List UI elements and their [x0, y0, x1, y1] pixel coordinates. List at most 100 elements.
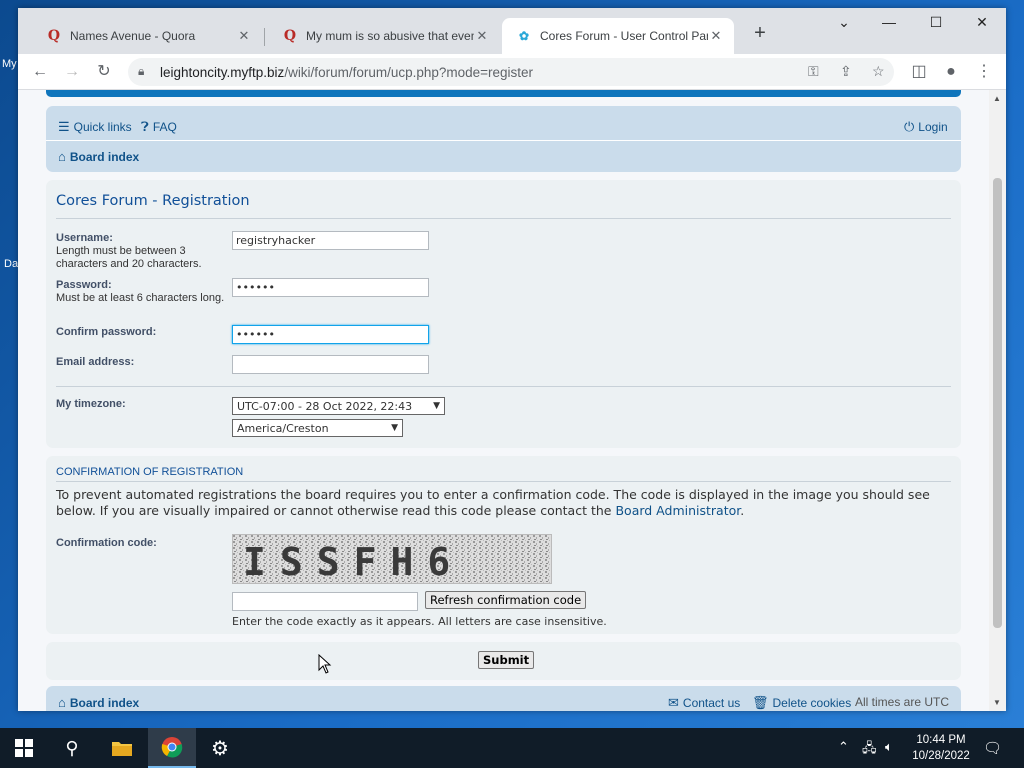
confirmation-text: To prevent automated registrations the b… [56, 487, 930, 518]
footer-bar: ⌂ Board index ✉ Contact us 🗑︎ Delete cookie… [46, 686, 961, 711]
tab-cores-forum[interactable]: ✿ Cores Forum - User Control Pane ✕ [502, 18, 734, 54]
scroll-thumb[interactable] [993, 178, 1002, 628]
board-index-link[interactable]: ⌂ Board index [58, 149, 139, 164]
tab-title: My mum is so abusive that even [306, 29, 474, 43]
footer-board-index-label: Board index [69, 695, 140, 710]
faq-label: FAQ [152, 120, 177, 134]
username-label: Username: [56, 232, 113, 244]
reload-button[interactable]: ↻ [92, 60, 116, 84]
url-host: leightoncity.myftp.biz [160, 65, 285, 80]
password-help: Must be at least 6 characters long. [56, 292, 225, 304]
browser-window: Q Names Avenue - Quora ✕ Q My mum is so … [18, 8, 1006, 711]
chevron-down-icon: ▼ [391, 423, 398, 433]
desktop-icon-label[interactable]: My [2, 58, 17, 70]
nav-divider [46, 140, 961, 141]
tab-strip: Q Names Avenue - Quora ✕ Q My mum is so … [18, 8, 1006, 54]
tab-quora-names[interactable]: Q Names Avenue - Quora ✕ [32, 18, 262, 54]
confirmation-text-end: . [740, 503, 745, 518]
sidebar-icon[interactable]: ◫ [907, 60, 931, 84]
search-icon[interactable]: ⚲ [48, 728, 96, 768]
lock-icon[interactable]: 🔒︎ [138, 64, 144, 79]
minimize-button[interactable]: — [874, 14, 904, 38]
registration-panel: Cores Forum - Registration Username: Len… [46, 180, 961, 448]
quick-links-link[interactable]: ☰ Quick links [58, 119, 132, 135]
url-path: /wiki/forum/forum/ucp.php?mode=register [284, 65, 534, 80]
home-icon: ⌂ [58, 695, 66, 710]
bookmark-star-icon[interactable]: ☆ [872, 63, 885, 80]
contact-us-label: Contact us [682, 696, 741, 710]
timezone-zone-select[interactable]: America/Creston ▼ [232, 419, 403, 437]
window-close-button[interactable]: ✕ [967, 14, 997, 38]
scroll-up-icon[interactable]: ▲ [993, 94, 1001, 103]
header-bar [46, 90, 961, 97]
confirm-password-field[interactable] [232, 325, 429, 344]
confirmation-code-label: Confirmation code: [56, 537, 157, 549]
share-icon[interactable]: ⇪ [840, 63, 852, 80]
menu-icon[interactable]: ⋮ [972, 60, 996, 84]
page-viewport: ☰ Quick links ❓︎ FAQ ⏻ Login ⌂ Board index C… [18, 90, 989, 711]
email-field[interactable] [232, 355, 429, 374]
timezone-note: All times are UTC [855, 695, 950, 709]
windows-logo-icon [15, 739, 33, 757]
forum-icon: ✿ [518, 29, 530, 43]
tab-quora-mum[interactable]: Q My mum is so abusive that even ✕ [268, 18, 500, 54]
settings-gear-icon[interactable]: ⚙ [196, 728, 244, 768]
key-icon[interactable]: ⚿ [808, 63, 819, 80]
refresh-confirmation-code-button[interactable]: Refresh confirmation code [425, 591, 587, 609]
page-scrollbar[interactable]: ▲ ▼ [989, 90, 1006, 711]
submit-button[interactable]: Submit [478, 651, 535, 669]
username-help: Length must be between 3 characters and … [56, 245, 202, 270]
home-icon: ⌂ [58, 149, 66, 164]
chevron-up-icon[interactable]: ⌃ [838, 739, 849, 755]
board-administrator-link[interactable]: Board Administrator [615, 503, 740, 518]
timezone-offset-value: UTC-07:00 - 28 Oct 2022, 22:43 [237, 399, 413, 413]
captcha-image: ISSFH6 [232, 534, 552, 584]
scroll-down-icon[interactable]: ▼ [993, 698, 1001, 707]
notification-icon[interactable]: 🗨︎ [983, 739, 1002, 757]
quora-icon: Q [283, 28, 297, 44]
captcha-text: ISSFH6 [243, 540, 464, 584]
network-icon[interactable]: 🖧︎ [862, 739, 877, 761]
chrome-icon[interactable] [148, 728, 196, 768]
close-icon[interactable]: ✕ [474, 28, 490, 44]
start-button[interactable] [0, 728, 48, 768]
forward-button[interactable]: → [60, 60, 84, 84]
volume-icon[interactable]: 🔈︎ [885, 739, 893, 755]
login-link[interactable]: ⏻ Login [904, 119, 948, 135]
clock-time: 10:44 PM [916, 734, 966, 746]
confirmation-heading: Confirmation of registration [56, 466, 244, 478]
contact-us-link[interactable]: ✉ Contact us [668, 695, 740, 711]
desktop-icon-label[interactable]: Da [4, 258, 18, 270]
confirmation-code-field[interactable] [232, 592, 418, 611]
file-explorer-icon[interactable] [98, 728, 146, 768]
clock[interactable]: 10:44 PM 10/28/2022 [908, 732, 974, 764]
mouse-cursor-icon [318, 654, 332, 674]
delete-cookies-link[interactable]: 🗑︎ Delete cookies [752, 695, 851, 711]
login-label: Login [918, 120, 948, 134]
confirm-password-label: Confirm password: [56, 326, 157, 338]
timezone-label: My timezone: [56, 398, 126, 410]
url-text: leightoncity.myftp.biz/wiki/forum/forum/… [160, 65, 533, 80]
tab-title: Names Avenue - Quora [70, 29, 196, 43]
password-field[interactable] [232, 278, 429, 297]
back-button[interactable]: ← [28, 60, 52, 84]
delete-cookies-label: Delete cookies [772, 696, 852, 710]
username-field[interactable] [232, 231, 429, 250]
quick-links-label: Quick links [73, 120, 132, 134]
tab-search-button[interactable]: ⌄ [829, 14, 859, 38]
section-divider [56, 386, 951, 387]
footer-board-index-link[interactable]: ⌂ Board index [58, 695, 139, 710]
faq-link[interactable]: ❓︎ FAQ [141, 119, 177, 135]
maximize-button[interactable]: ☐ [921, 14, 951, 38]
timezone-offset-select[interactable]: UTC-07:00 - 28 Oct 2022, 22:43 ▼ [232, 397, 445, 415]
close-icon[interactable]: ✕ [236, 28, 252, 44]
title-divider [56, 218, 951, 219]
chevron-down-icon: ▼ [433, 401, 440, 411]
profile-avatar-icon[interactable]: ● [939, 60, 963, 84]
address-bar[interactable]: 🔒︎ leightoncity.myftp.biz/wiki/forum/for… [128, 58, 894, 86]
trash-icon: 🗑︎ [752, 695, 769, 710]
close-icon[interactable]: ✕ [708, 28, 724, 44]
submit-panel: Submit [46, 642, 961, 680]
new-tab-button[interactable]: + [748, 22, 772, 45]
envelope-icon: ✉ [668, 695, 679, 710]
